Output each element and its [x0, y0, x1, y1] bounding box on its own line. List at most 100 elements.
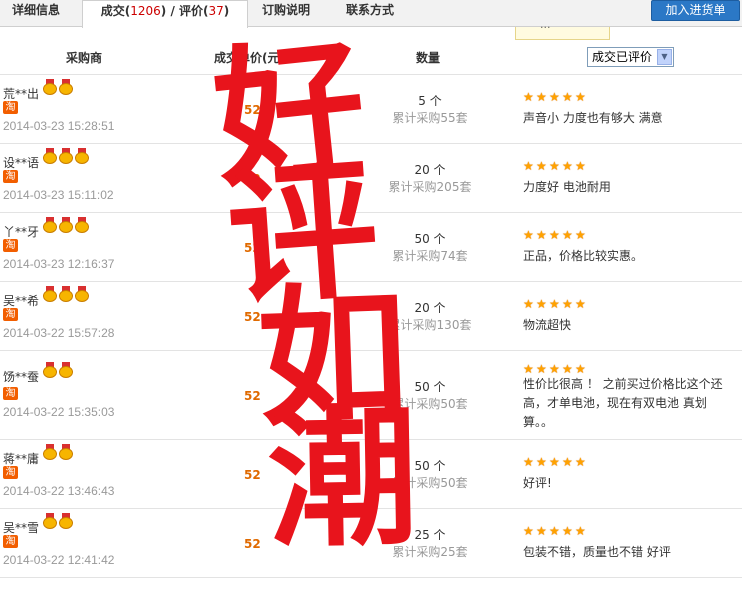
star-icon: ★: [575, 228, 586, 242]
star-icon: ★: [575, 297, 586, 311]
header-qty: 数量: [416, 51, 441, 65]
buyer-name[interactable]: 设**语: [3, 154, 39, 171]
buyer-level-medals: [42, 513, 74, 529]
tab-reviews-close: ): [223, 4, 230, 18]
rating-stars: ★ ★ ★ ★ ★: [523, 456, 588, 468]
star-icon: ★: [575, 524, 586, 538]
medal-icon: [42, 444, 58, 460]
tab-deals-reviews[interactable]: 成交(1206) / 评价(37): [82, 0, 248, 28]
star-icon: ★: [536, 90, 547, 104]
rating-stars: ★ ★ ★ ★ ★: [523, 91, 588, 103]
deal-time: 2014-03-23 15:11:02: [3, 188, 114, 202]
add-to-cart-button[interactable]: 加入进货单: [651, 0, 740, 21]
star-icon: ★: [549, 455, 560, 469]
rating-stars: ★ ★ ★ ★ ★: [523, 525, 588, 537]
table-row: 荒**出淘 2014-03-23 15:28:51 52 5 个累计采购55套 ★ ★ ★ ★…: [0, 75, 742, 144]
chevron-down-icon: ▼: [657, 49, 672, 65]
tab-deals-label: 成交(: [100, 4, 131, 18]
star-icon: ★: [523, 228, 534, 242]
star-icon: ★: [523, 90, 534, 104]
taobao-icon: 淘: [3, 535, 18, 548]
review-comment: 声音小 力度也有够大 满意: [523, 111, 663, 125]
medal-icon: [42, 286, 58, 302]
review-comment: 性价比很高 ！ 之前买过价格比这个还高，才单电池，现在有双电池 真划算。。: [523, 377, 723, 429]
star-icon: ★: [536, 297, 547, 311]
medal-icon: [42, 217, 58, 233]
deal-time: 2014-03-23 15:28:51: [3, 119, 115, 133]
buyer-level-medals: [42, 362, 74, 378]
rating-stars: ★ ★ ★ ★ ★: [523, 229, 588, 241]
medal-icon: [58, 444, 74, 460]
deal-quantity: 20 个: [414, 163, 446, 177]
medal-icon: [58, 513, 74, 529]
buyer-name[interactable]: 丫**牙: [3, 223, 39, 240]
deal-time: 2014-03-22 15:57:28: [3, 326, 115, 340]
buyer-level-medals: [42, 286, 90, 302]
star-icon: ★: [523, 297, 534, 311]
medal-icon: [58, 362, 74, 378]
medal-icon: [42, 148, 58, 164]
medal-icon: [42, 79, 58, 95]
deal-time: 2014-03-23 12:16:37: [3, 257, 115, 271]
deal-time: 2014-03-22 15:35:03: [3, 405, 115, 419]
star-icon: ★: [549, 362, 560, 376]
deal-count: 1206: [130, 4, 161, 18]
star-icon: ★: [562, 455, 573, 469]
tab-purchase-info[interactable]: 订购说明: [262, 0, 310, 27]
star-icon: ★: [536, 524, 547, 538]
deal-time: 2014-03-22 13:46:43: [3, 484, 115, 498]
buyer-name[interactable]: 饧**蚕: [3, 368, 39, 385]
star-icon: ★: [575, 362, 586, 376]
review-filter-select[interactable]: 成交已评价 ▼: [587, 47, 674, 67]
total-purchased: 累计采购205套: [388, 180, 472, 194]
taobao-icon: 淘: [3, 170, 18, 183]
medal-icon: [58, 79, 74, 95]
deal-price: 52: [244, 537, 261, 551]
star-icon: ★: [523, 159, 534, 173]
tab-purchase-info-label: 订购说明: [262, 3, 311, 17]
star-icon: ★: [536, 362, 547, 376]
medal-icon: [58, 148, 74, 164]
star-icon: ★: [575, 90, 586, 104]
review-comment: 正品，价格比较实惠。: [523, 249, 644, 263]
deal-time: 2014-03-22 12:41:42: [3, 553, 115, 567]
total-purchased: 累计采购55套: [392, 111, 468, 125]
star-icon: ★: [549, 90, 560, 104]
tooltip-text: ...: [540, 18, 551, 31]
star-icon: ★: [549, 524, 560, 538]
medal-icon: [74, 286, 90, 302]
star-icon: ★: [536, 455, 547, 469]
buyer-name[interactable]: 吴**雪: [3, 519, 39, 536]
taobao-icon: 淘: [3, 387, 18, 400]
review-comment: 好评!: [523, 476, 552, 490]
buyer-name[interactable]: 荒**出: [3, 85, 39, 102]
star-icon: ★: [549, 297, 560, 311]
buyer-name[interactable]: 蒋**庸: [3, 450, 39, 467]
star-icon: ★: [523, 362, 534, 376]
buyer-level-medals: [42, 217, 90, 233]
star-icon: ★: [562, 524, 573, 538]
stamp-char-4: 潮: [266, 391, 420, 569]
star-icon: ★: [575, 455, 586, 469]
star-icon: ★: [562, 159, 573, 173]
star-icon: ★: [562, 297, 573, 311]
tab-details[interactable]: 详细信息: [12, 0, 60, 27]
star-icon: ★: [562, 362, 573, 376]
deal-quantity: 50 个: [414, 232, 446, 246]
review-comment: 包装不错，质量也不错 好评: [523, 545, 671, 559]
star-icon: ★: [562, 228, 573, 242]
total-purchased: 累计采购74套: [392, 249, 468, 263]
deal-quantity: 5 个: [418, 94, 442, 108]
review-comment: 物流超快: [523, 318, 572, 332]
medal-icon: [74, 217, 90, 233]
header-buyer: 采购商: [66, 51, 103, 65]
tab-contact-label: 联系方式: [346, 3, 395, 17]
buyer-name[interactable]: 吴**希: [3, 292, 39, 309]
taobao-icon: 淘: [3, 308, 18, 321]
tab-bar: 详细信息 成交(1206) / 评价(37) 订购说明 联系方式 加入进货单: [0, 0, 742, 28]
taobao-icon: 淘: [3, 466, 18, 479]
star-icon: ★: [562, 90, 573, 104]
star-icon: ★: [549, 228, 560, 242]
star-icon: ★: [575, 159, 586, 173]
star-icon: ★: [536, 159, 547, 173]
